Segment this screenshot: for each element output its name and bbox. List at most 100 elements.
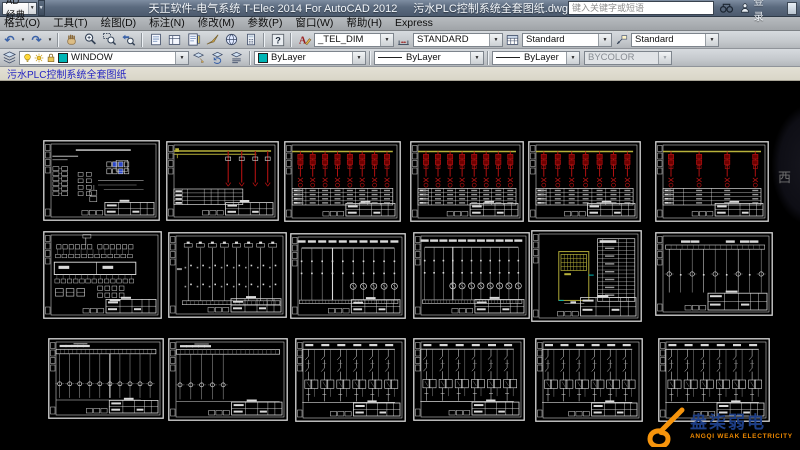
drawing-sheet-r1c3[interactable] xyxy=(284,141,401,222)
drawing-sheet-r1c6[interactable] xyxy=(655,141,769,222)
user-icon[interactable] xyxy=(739,2,751,14)
layer-states-button[interactable] xyxy=(227,50,246,66)
drawing-sheet-r1c4[interactable] xyxy=(410,141,524,222)
vendor-logo-icon xyxy=(644,407,686,447)
undo-dropdown[interactable]: ▼ xyxy=(19,32,27,48)
layer-value: WINDOW xyxy=(71,52,113,63)
undo-button[interactable]: ↶ xyxy=(0,32,19,48)
vendor-logo-text: 盎柒弱电 ANGQI WEAK ELECTRICITY xyxy=(690,414,793,440)
properties-button[interactable] xyxy=(146,32,165,48)
toolbar-separator xyxy=(290,33,292,47)
drawing-sheet-r2c6[interactable] xyxy=(655,232,773,316)
color-combo[interactable]: ByLayer ▼ xyxy=(254,51,366,65)
menu-window[interactable]: 窗口(W) xyxy=(292,17,343,30)
dim-style-icon xyxy=(396,33,411,47)
redo-button[interactable]: ↷ xyxy=(27,32,46,48)
linetype-combo[interactable]: ByLayer ▼ xyxy=(374,51,484,65)
drawing-sheet-r2c1[interactable] xyxy=(43,231,162,319)
combo-arrow-icon[interactable]: ▼ xyxy=(470,52,483,64)
make-object-layer-current-button[interactable] xyxy=(189,50,208,66)
bulb-icon[interactable] xyxy=(23,53,32,63)
lock-icon[interactable] xyxy=(46,52,56,63)
menu-modify[interactable]: 修改(M) xyxy=(194,17,244,30)
table-style-button[interactable] xyxy=(503,32,522,48)
pan-button[interactable] xyxy=(62,32,81,48)
undo-icon: ↶ xyxy=(4,33,14,47)
layer-color-swatch[interactable] xyxy=(58,53,68,63)
menu-dimension[interactable]: 标注(N) xyxy=(145,17,194,30)
menu-draw[interactable]: 绘图(D) xyxy=(97,17,146,30)
drawing-sheet-r3c4[interactable] xyxy=(413,338,525,421)
table-style-icon xyxy=(505,33,520,47)
combo-arrow-icon[interactable]: ▼ xyxy=(489,34,502,46)
zoom-realtime-button[interactable] xyxy=(81,32,100,48)
drawing-sheet-r2c4[interactable] xyxy=(413,232,530,319)
drawing-sheet-r1c5[interactable] xyxy=(528,141,641,222)
dim-style-combo[interactable]: STANDARD ▼ xyxy=(413,33,503,47)
current-color-swatch xyxy=(258,53,268,63)
layer-combo[interactable]: WINDOW ▼ xyxy=(19,51,189,65)
layer-previous-button[interactable] xyxy=(208,50,227,66)
combo-arrow-icon[interactable]: ▼ xyxy=(352,52,365,64)
drawing-sheet-r3c5[interactable] xyxy=(535,338,643,422)
help-button[interactable]: ? xyxy=(268,32,287,48)
toolbar-options-button[interactable]: ▼ xyxy=(38,0,45,16)
text-style-icon: A xyxy=(297,32,312,47)
active-file-tab[interactable]: 污水PLC控制系统全套图纸 xyxy=(7,66,126,81)
layers-icon xyxy=(2,50,17,65)
table-style-combo[interactable]: Standard ▼ xyxy=(522,33,612,47)
zoom-window-button[interactable] xyxy=(100,32,119,48)
menu-format[interactable]: 格式(O) xyxy=(0,17,49,30)
combo-arrow-icon[interactable]: ▼ xyxy=(598,34,611,46)
drawing-sheet-r3c3[interactable] xyxy=(295,338,406,422)
redo-dropdown[interactable]: ▼ xyxy=(46,32,54,48)
lineweight-sample xyxy=(496,57,520,58)
search-input[interactable] xyxy=(568,1,714,15)
zoom-realtime-icon xyxy=(83,32,98,47)
drawing-sheet-r1c1[interactable] xyxy=(43,140,160,221)
sheetset-button[interactable] xyxy=(203,32,222,48)
toolbar-separator xyxy=(487,51,489,65)
layer-manager-button[interactable] xyxy=(0,50,19,66)
sun-icon[interactable] xyxy=(34,53,44,63)
plot-style-value: BYCOLOR xyxy=(588,52,634,63)
drawing-canvas[interactable]: 西 盎柒弱电 ANGQI WEAK ELECTRICITY xyxy=(0,81,800,450)
drawing-sheet-r2c2[interactable] xyxy=(168,232,287,318)
signin-link[interactable]: 登录 xyxy=(754,0,773,23)
designcenter-icon xyxy=(167,33,182,47)
text-style-combo[interactable]: _TEL_DIM ▼ xyxy=(314,33,394,47)
dim-style-button[interactable] xyxy=(394,32,413,48)
combo-arrow-icon[interactable]: ▼ xyxy=(566,52,579,64)
drawing-sheet-r3c1[interactable] xyxy=(48,338,164,419)
search-binoculars-icon[interactable] xyxy=(719,2,734,14)
markup-button[interactable] xyxy=(222,32,241,48)
drawing-sheet-r2c5[interactable] xyxy=(531,230,642,322)
zoom-window-icon xyxy=(102,32,117,47)
drawing-sheet-r3c2[interactable] xyxy=(168,338,288,421)
zoom-previous-button[interactable] xyxy=(119,32,138,48)
toolpalettes-button[interactable] xyxy=(184,32,203,48)
mleader-style-icon xyxy=(614,33,629,47)
toolbar-separator xyxy=(141,33,143,47)
lineweight-combo[interactable]: ByLayer ▼ xyxy=(492,51,580,65)
designcenter-button[interactable] xyxy=(165,32,184,48)
text-style-button[interactable]: A xyxy=(295,32,314,48)
quickcalc-button[interactable] xyxy=(241,32,260,48)
workspace-combo[interactable]: AD 经典 ▼ xyxy=(2,2,37,15)
mleader-style-value: Standard xyxy=(635,34,674,45)
toolbar-layers: WINDOW ▼ ByLayer ▼ ByLayer ▼ ByLayer ▼ xyxy=(0,49,800,67)
titlebar-partial-button[interactable] xyxy=(787,2,797,15)
mleader-style-combo[interactable]: Standard ▼ xyxy=(631,33,719,47)
combo-arrow-icon[interactable]: ▼ xyxy=(175,52,188,64)
combo-arrow-icon[interactable]: ▼ xyxy=(705,34,718,46)
combo-arrow-icon[interactable]: ▼ xyxy=(380,34,393,46)
menu-help[interactable]: 帮助(H) xyxy=(342,17,391,30)
menu-tools[interactable]: 工具(T) xyxy=(49,17,96,30)
lineweight-value: ByLayer xyxy=(524,52,559,63)
menu-express[interactable]: Express xyxy=(391,17,442,30)
drawing-sheet-r1c2[interactable] xyxy=(166,141,279,221)
drawing-sheet-r2c3[interactable] xyxy=(290,233,406,319)
mleader-style-button[interactable] xyxy=(612,32,631,48)
workspace-dropdown-icon[interactable]: ▼ xyxy=(28,3,36,14)
menu-parametric[interactable]: 参数(P) xyxy=(244,17,292,30)
